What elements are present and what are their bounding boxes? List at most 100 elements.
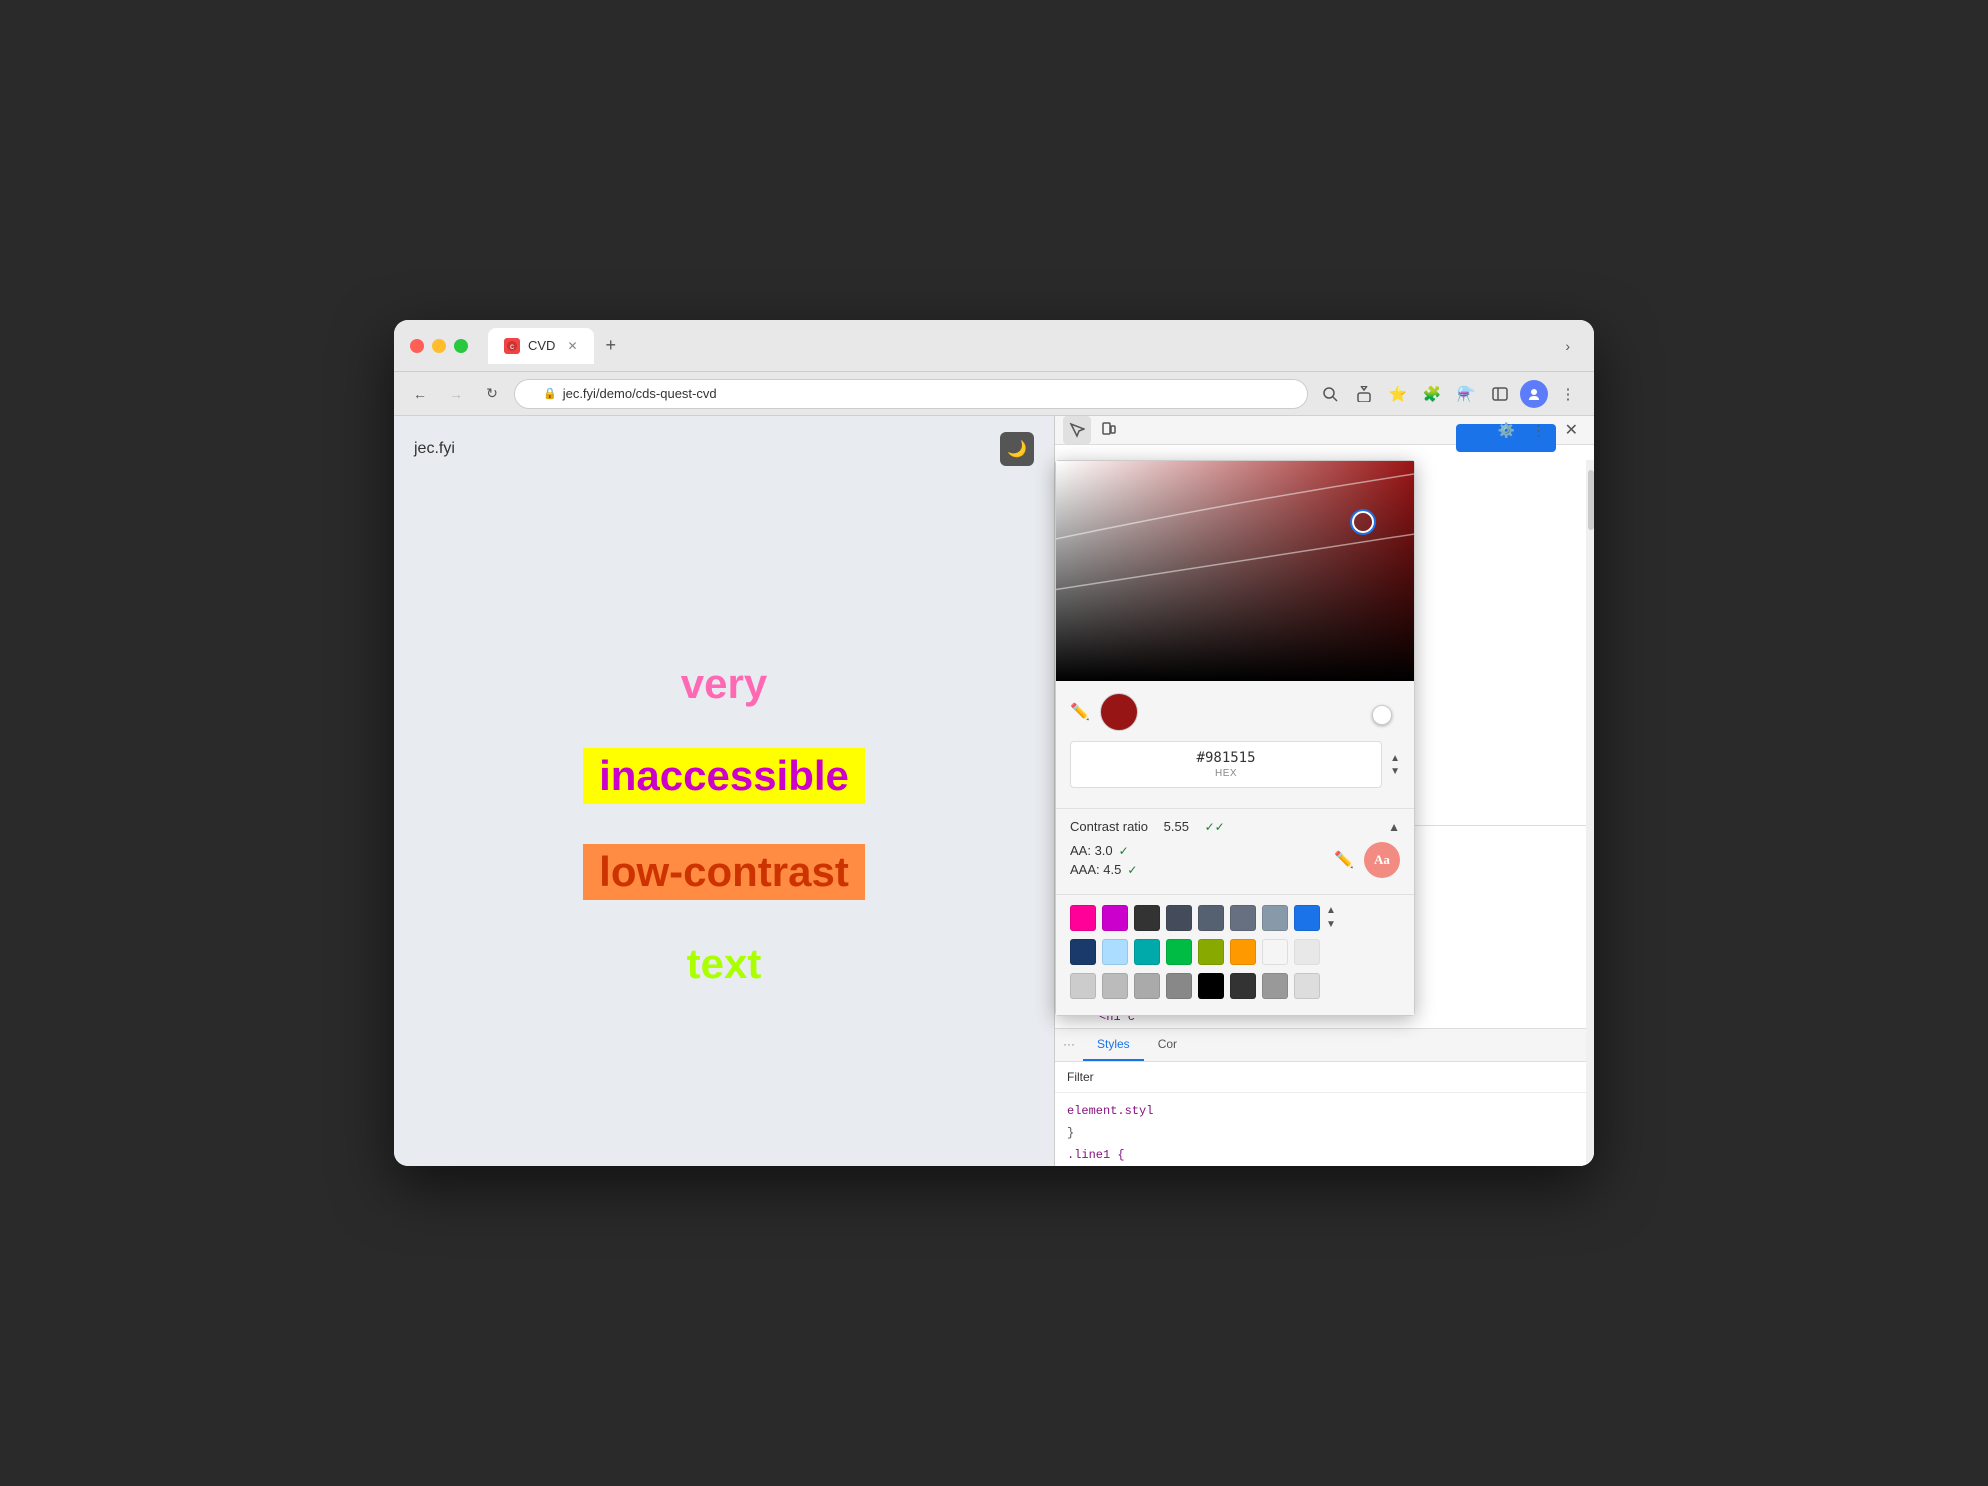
css-code: element.styl } .line1 { color: ■ backgro…: [1055, 1093, 1594, 1166]
swatch-blue[interactable]: [1294, 905, 1320, 931]
aaa-label: AAA: 4.5 ✓: [1070, 862, 1334, 877]
css-closing-1: }: [1067, 1123, 1582, 1145]
profile-icon[interactable]: [1520, 380, 1548, 408]
device-mode-button[interactable]: [1095, 416, 1123, 444]
swatch-lightblue[interactable]: [1102, 939, 1128, 965]
swatch-slate[interactable]: [1262, 905, 1288, 931]
swatch-olive[interactable]: [1198, 939, 1224, 965]
performance-icon[interactable]: ⚗️: [1452, 380, 1480, 408]
eyedropper-button[interactable]: ✏️: [1070, 702, 1090, 722]
minimize-button[interactable]: [432, 339, 446, 353]
dark-mode-button[interactable]: 🌙: [1000, 432, 1034, 466]
url-text: jec.fyi/demo/cds-quest-cvd: [563, 386, 717, 401]
swatches-row-3: [1070, 973, 1320, 999]
tab-bar: c CVD ✕ + ›: [488, 328, 1578, 364]
tab-styles[interactable]: Styles: [1083, 1029, 1144, 1061]
content-area: jec.fyi 🌙 very inaccessible low-contrast…: [394, 416, 1594, 1166]
swatch-gray2[interactable]: [1102, 973, 1128, 999]
devtools-toolbar: ⚙️ ⋮ ✕: [1055, 416, 1594, 445]
inspector-tool-button[interactable]: [1063, 416, 1091, 444]
swatch-dark4[interactable]: [1230, 905, 1256, 931]
swatches-down-arrow[interactable]: ▼: [1326, 919, 1336, 930]
tab-close-icon[interactable]: ✕: [567, 339, 577, 353]
mac-window: c CVD ✕ + › ← → ↻ 🔒 jec.fyi/demo/cds-que…: [394, 320, 1594, 1166]
contrast-ratio-label: Contrast ratio: [1070, 819, 1148, 834]
tab-computed[interactable]: Cor: [1144, 1029, 1191, 1061]
swatch-teal[interactable]: [1134, 939, 1160, 965]
maximize-button[interactable]: [454, 339, 468, 353]
bookmark-icon[interactable]: ⭐: [1384, 380, 1412, 408]
devtools-scrollbar[interactable]: [1586, 460, 1594, 1166]
text-text: text: [687, 940, 762, 988]
webpage: jec.fyi 🌙 very inaccessible low-contrast…: [394, 416, 1054, 1166]
swatch-dark2[interactable]: [1166, 905, 1192, 931]
devtools-scroll-thumb[interactable]: [1588, 470, 1594, 530]
swatches-arrows[interactable]: ▲ ▼: [1326, 905, 1336, 930]
hex-arrows[interactable]: ▲ ▼: [1390, 753, 1400, 777]
swatch-orange[interactable]: [1230, 939, 1256, 965]
contrast-eyedropper-button[interactable]: ✏️: [1334, 850, 1354, 870]
text-low-contrast: low-contrast: [583, 844, 865, 900]
contrast-collapse-button[interactable]: ▲: [1388, 820, 1400, 834]
swatches-up-arrow[interactable]: ▲: [1326, 905, 1336, 916]
swatches-row-1: [1070, 905, 1320, 931]
contrast-check-icon: ✓✓: [1205, 820, 1225, 834]
color-swatch-preview: [1100, 693, 1138, 731]
back-button[interactable]: ←: [406, 380, 434, 408]
contrast-ratio-value: 5.55: [1164, 819, 1189, 834]
reload-button[interactable]: ↻: [478, 380, 506, 408]
swatch-pink[interactable]: [1070, 905, 1096, 931]
swatch-light2[interactable]: [1294, 939, 1320, 965]
devtools-close-button[interactable]: ✕: [1557, 416, 1586, 444]
swatch-gray1[interactable]: [1070, 973, 1096, 999]
search-icon[interactable]: [1316, 380, 1344, 408]
tab-favicon: c: [504, 338, 520, 354]
swatch-black[interactable]: [1198, 973, 1224, 999]
filter-input[interactable]: Filter: [1055, 1062, 1594, 1093]
swatch-gray3[interactable]: [1134, 973, 1160, 999]
toolbar-icons: ⭐ 🧩 ⚗️ ⋮: [1316, 380, 1582, 408]
aa-check-icon: ✓: [1119, 844, 1129, 858]
share-icon[interactable]: [1350, 380, 1378, 408]
close-button[interactable]: [410, 339, 424, 353]
swatch-navy[interactable]: [1070, 939, 1096, 965]
swatch-green[interactable]: [1166, 939, 1192, 965]
lock-icon: 🔒: [543, 387, 557, 400]
css-element-line: element.styl: [1067, 1101, 1582, 1123]
browser-tab[interactable]: c CVD ✕: [488, 328, 594, 364]
swatch-dark3[interactable]: [1198, 905, 1224, 931]
more-options-button[interactable]: ⋮: [1525, 416, 1553, 444]
swatch-lightgray[interactable]: [1294, 973, 1320, 999]
hex-label: HEX: [1215, 768, 1237, 779]
color-gradient-canvas[interactable]: [1056, 461, 1414, 681]
settings-button[interactable]: ⚙️: [1493, 416, 1521, 444]
address-input[interactable]: 🔒 jec.fyi/demo/cds-quest-cvd: [514, 379, 1308, 409]
sidebar-icon[interactable]: [1486, 380, 1514, 408]
new-tab-button[interactable]: +: [598, 331, 625, 360]
swatches-section: ▲ ▼: [1056, 894, 1414, 1015]
preview-aa: Aa: [1364, 842, 1400, 878]
color-controls: ✏️: [1056, 681, 1414, 808]
address-bar: ← → ↻ 🔒 jec.fyi/demo/cds-quest-cvd ⭐ 🧩 ⚗…: [394, 372, 1594, 416]
forward-button[interactable]: →: [442, 380, 470, 408]
menu-icon[interactable]: ⋮: [1554, 380, 1582, 408]
hex-down-arrow[interactable]: ▼: [1390, 766, 1400, 777]
contrast-aa-row: AA: 3.0 ✓ AAA: 4.5 ✓ ✏️ Aa: [1070, 842, 1400, 878]
swatch-gray4[interactable]: [1166, 973, 1192, 999]
css-line1-selector: .line1 {: [1067, 1145, 1582, 1166]
hex-up-arrow[interactable]: ▲: [1390, 753, 1400, 764]
devtools-tabs: ··· Styles Cor: [1055, 1029, 1594, 1062]
swatch-magenta[interactable]: [1102, 905, 1128, 931]
color-picker-handle[interactable]: [1352, 511, 1374, 533]
hex-input[interactable]: #981515 HEX: [1070, 741, 1382, 788]
webpage-header: jec.fyi 🌙: [394, 416, 1054, 482]
contrast-header: Contrast ratio 5.55 ✓✓ ▲: [1070, 819, 1400, 834]
swatch-dark1[interactable]: [1134, 905, 1160, 931]
extensions-icon[interactable]: 🧩: [1418, 380, 1446, 408]
swatch-darkgray[interactable]: [1230, 973, 1256, 999]
swatch-light1[interactable]: [1262, 939, 1288, 965]
tab-more-button[interactable]: ›: [1557, 334, 1578, 358]
webpage-content: very inaccessible low-contrast text: [394, 482, 1054, 1166]
aaa-check-icon: ✓: [1127, 863, 1137, 877]
swatch-medgray[interactable]: [1262, 973, 1288, 999]
